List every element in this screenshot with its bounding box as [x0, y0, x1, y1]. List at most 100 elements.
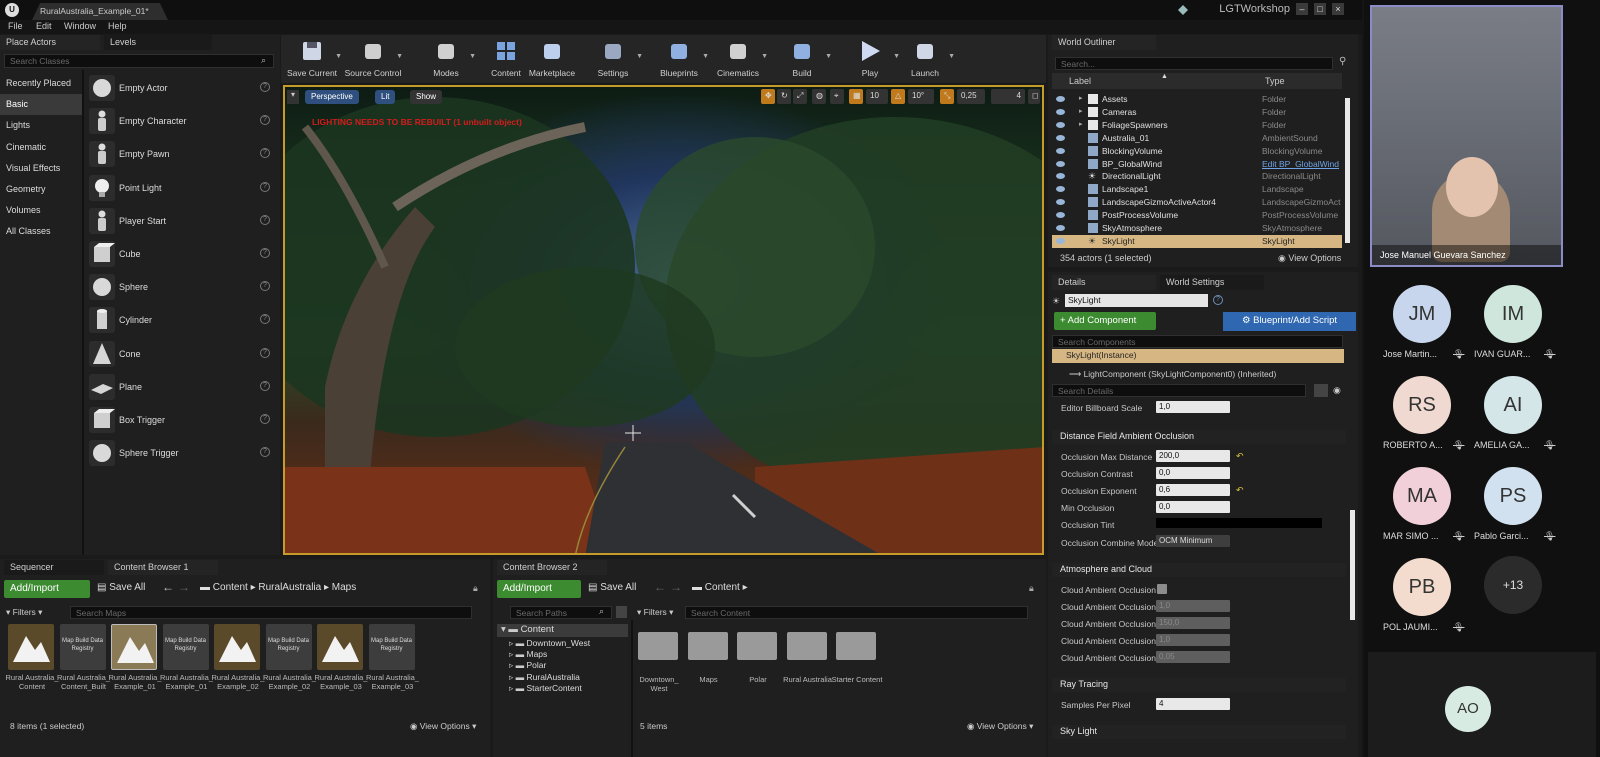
column-type[interactable]: Type: [1265, 76, 1285, 86]
save-all-button[interactable]: ▤ Save All: [97, 582, 145, 593]
grid-snap-value[interactable]: 10: [866, 89, 888, 104]
cloud-ao-input[interactable]: 1,0: [1156, 634, 1230, 646]
outliner-scrollbar[interactable]: [1345, 98, 1350, 243]
outliner-search-input[interactable]: Search...: [1055, 57, 1333, 70]
help-icon[interactable]: ?: [260, 314, 270, 325]
menu-edit[interactable]: Edit: [36, 21, 52, 31]
participant-avatar[interactable]: PB: [1393, 558, 1451, 616]
save-all-button-2[interactable]: ▤ Save All: [588, 582, 636, 593]
section-dfao[interactable]: Distance Field Ambient Occlusion: [1052, 430, 1346, 444]
samples-per-pixel-input[interactable]: 4: [1156, 698, 1230, 710]
outliner-row-postprocessvolume[interactable]: PostProcessVolume PostProcessVolume: [1052, 209, 1342, 222]
folder-item-starter-content[interactable]: Starter Content: [832, 632, 882, 684]
add-component-button[interactable]: + Add Component: [1054, 312, 1156, 330]
outliner-row-bp-globalwind[interactable]: BP_GlobalWind Edit BP_GlobalWind: [1052, 158, 1342, 171]
tab-world-outliner[interactable]: World Outliner: [1052, 35, 1156, 50]
search-components-input[interactable]: Search Components: [1052, 335, 1343, 348]
outliner-row-directionallight[interactable]: ☀ DirectionalLight DirectionalLight: [1052, 170, 1342, 183]
participant-avatar[interactable]: IM: [1484, 285, 1542, 343]
actor-item-cone[interactable]: Cone?: [84, 338, 276, 371]
participant-avatar[interactable]: JM: [1393, 285, 1451, 343]
blueprints-button[interactable]: Blueprints ▼: [649, 37, 709, 81]
cloud-ao-input[interactable]: 1,0: [1156, 600, 1230, 612]
help-icon[interactable]: ?: [1213, 295, 1223, 305]
visibility-eye-icon[interactable]: [1056, 212, 1065, 219]
more-participants[interactable]: +13: [1484, 556, 1542, 614]
marketplace-button[interactable]: Marketplace: [522, 37, 582, 81]
actor-type[interactable]: Edit BP_GlobalWind: [1262, 159, 1339, 169]
camera-speed[interactable]: 4: [991, 89, 1025, 104]
tree-item-downtown-west[interactable]: ▹ ▬ Downtown_West: [505, 638, 625, 649]
translate-icon[interactable]: ✥: [761, 89, 775, 104]
visibility-eye-icon[interactable]: [1056, 160, 1065, 167]
actor-item-box-trigger[interactable]: Box Trigger?: [84, 404, 276, 437]
help-icon[interactable]: ?: [260, 281, 270, 292]
asset-item[interactable]: Map Build Data Registry Rural Australia_ …: [263, 624, 316, 691]
light-component[interactable]: ⟶ LightComponent (SkyLightComponent0) (I…: [1069, 369, 1276, 380]
tab-sequencer[interactable]: Sequencer: [4, 560, 104, 575]
asset-item[interactable]: Map Build Data Registry Rural Australia_ …: [160, 624, 213, 691]
folder-item-rural-australia[interactable]: Rural Australia: [783, 632, 832, 684]
category-all-classes[interactable]: All Classes: [0, 221, 82, 242]
settings-button[interactable]: Settings ▼: [583, 37, 643, 81]
crumb-content[interactable]: Content: [213, 582, 248, 593]
world-space-icon[interactable]: ◍: [812, 89, 826, 104]
help-icon[interactable]: ?: [260, 82, 270, 92]
chevron-down-icon[interactable]: ▼: [469, 53, 476, 60]
chevron-down-icon[interactable]: ▼: [335, 53, 342, 60]
lit-button[interactable]: Lit: [375, 90, 396, 104]
category-recently-placed[interactable]: Recently Placed: [0, 73, 82, 94]
chevron-down-icon[interactable]: ▼: [761, 53, 768, 60]
section-atmosphere-cloud[interactable]: Atmosphere and Cloud: [1052, 563, 1346, 577]
asset-item[interactable]: Rural Australia_ Content: [6, 624, 58, 691]
visibility-eye-icon[interactable]: [1056, 96, 1065, 102]
grid-snap-icon[interactable]: ▦: [849, 89, 863, 104]
category-lights[interactable]: Lights: [0, 115, 82, 136]
chevron-down-icon[interactable]: ▼: [396, 53, 403, 60]
tab-world-settings[interactable]: World Settings: [1160, 275, 1264, 290]
pin-icon[interactable]: ⚲: [1339, 56, 1346, 67]
outliner-row-cameras[interactable]: ▸ Cameras Folder: [1052, 106, 1342, 119]
asset-item[interactable]: Rural Australia_ Example_01: [109, 624, 161, 691]
outliner-row-landscapegizmoactiveactor4[interactable]: LandscapeGizmoActiveActor4 LandscapeGizmo…: [1052, 196, 1342, 209]
scale-snap-icon[interactable]: ⤡: [940, 89, 954, 104]
tree-item-maps[interactable]: ▹ ▬ Maps: [505, 649, 625, 660]
help-icon[interactable]: ?: [260, 414, 270, 424]
category-visual-effects[interactable]: Visual Effects: [0, 158, 82, 179]
outliner-row-landscape1[interactable]: Landscape1 Landscape: [1052, 183, 1342, 196]
lock-icon[interactable]: 🔒︎: [1029, 583, 1034, 594]
tab-details[interactable]: Details: [1052, 275, 1156, 290]
tree-item-startercontent[interactable]: ▹ ▬ StarterContent: [505, 683, 625, 694]
launch-button[interactable]: Launch ▼: [895, 37, 955, 81]
blueprint-add-script-button[interactable]: ⚙ Blueprint/Add Script: [1223, 312, 1356, 331]
expand-arrow-icon[interactable]: ▸: [1079, 94, 1083, 102]
forward-arrow-icon[interactable]: →: [178, 580, 190, 594]
back-arrow-icon[interactable]: ←: [654, 580, 666, 594]
rotate-icon[interactable]: ↻: [777, 89, 791, 104]
billboard-scale-input[interactable]: 1,0: [1156, 401, 1230, 413]
outliner-row-australia-01[interactable]: Australia_01 AmbientSound: [1052, 132, 1342, 145]
tab-levels[interactable]: Levels: [104, 35, 212, 50]
tree-item-content[interactable]: ▾ ▬ Content: [497, 624, 628, 637]
reset-to-default-icon[interactable]: ↶: [1236, 451, 1244, 462]
participant-avatar[interactable]: MA: [1393, 467, 1451, 525]
add-import-button[interactable]: Add/Import: [4, 580, 90, 598]
menu-file[interactable]: File: [8, 21, 23, 31]
component-instance[interactable]: SkyLight(Instance): [1052, 349, 1344, 363]
menu-window[interactable]: Window: [64, 21, 96, 31]
category-volumes[interactable]: Volumes: [0, 200, 82, 221]
participant-avatar[interactable]: PS: [1484, 467, 1542, 525]
outliner-row-assets[interactable]: ▸ Assets Folder: [1052, 93, 1342, 106]
asset-item[interactable]: Map Build Data Registry Rural Australia_ …: [366, 624, 419, 691]
maximize-viewport-icon[interactable]: ◻: [1028, 89, 1040, 104]
show-button[interactable]: Show: [410, 90, 443, 104]
visibility-eye-icon[interactable]: [1056, 237, 1065, 244]
menu-help[interactable]: Help: [108, 21, 127, 31]
tab-content-browser-1[interactable]: Content Browser 1: [108, 560, 218, 575]
outliner-view-options[interactable]: ◉ View Options: [1278, 253, 1341, 264]
outliner-row-skylight[interactable]: ☀ SkyLight SkyLight: [1052, 234, 1342, 248]
dfao-input-occlusion-max-distance[interactable]: 200,0: [1156, 450, 1230, 462]
forward-arrow-icon[interactable]: →: [670, 580, 682, 594]
expand-arrow-icon[interactable]: ▸: [1079, 107, 1083, 115]
actor-item-empty-actor[interactable]: Empty Actor?: [84, 72, 276, 105]
